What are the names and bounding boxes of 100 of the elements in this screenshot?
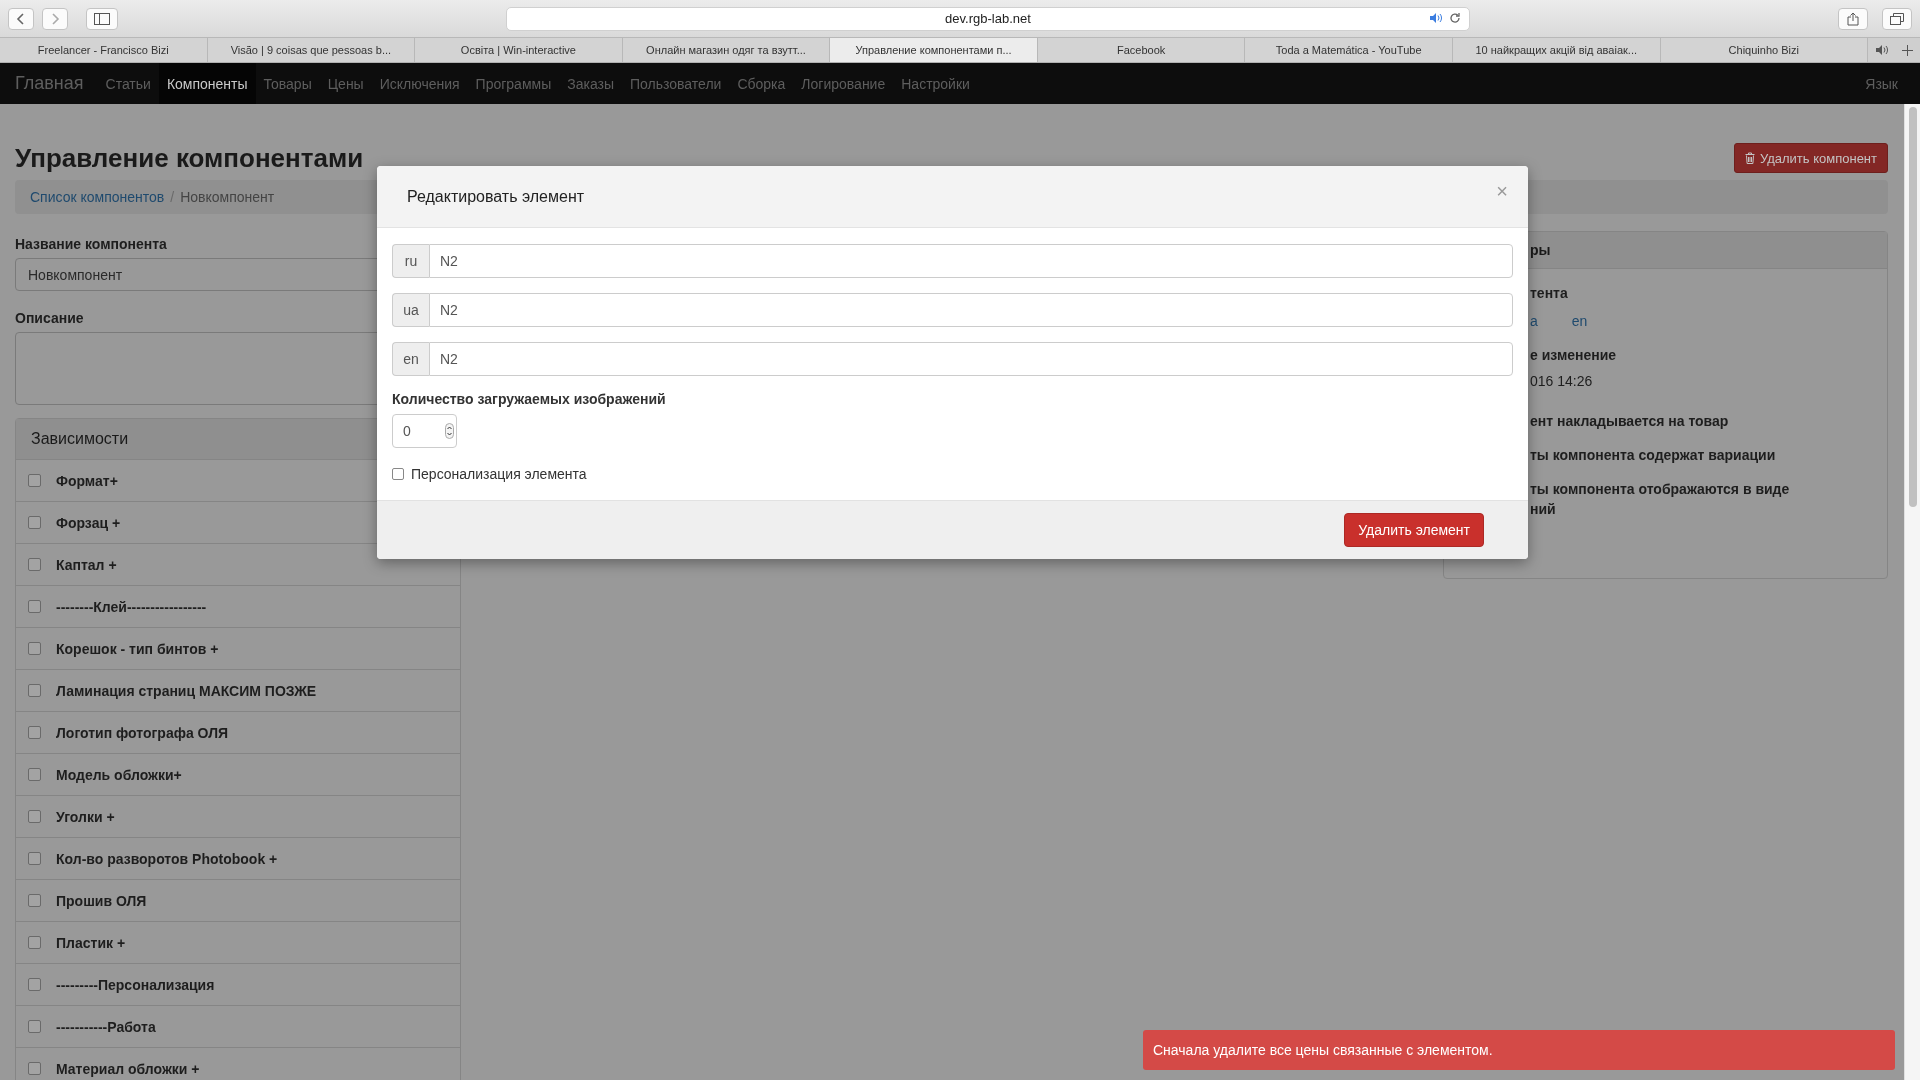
field-label: тента — [1530, 284, 1569, 303]
plus-icon[interactable] — [1902, 44, 1914, 56]
speaker-icon[interactable] — [1429, 11, 1443, 24]
chevron-left-icon — [16, 12, 26, 25]
checkbox[interactable] — [28, 684, 41, 697]
field-label: ты компонента отображаются в виде ний — [1530, 480, 1791, 519]
checkbox-label: Модель обложки+ — [56, 766, 182, 783]
checkbox-label: Формат+ — [56, 472, 118, 489]
brand-link[interactable]: Главная — [0, 63, 98, 104]
checkbox-label: Каптал + — [56, 556, 117, 573]
nav-link[interactable]: Пользователи — [622, 63, 730, 104]
speaker-icon[interactable] — [1874, 44, 1889, 56]
nav-link[interactable]: Исключения — [371, 63, 468, 104]
checkbox[interactable] — [28, 600, 41, 613]
sidebar-button[interactable] — [86, 7, 118, 30]
checkbox[interactable] — [28, 852, 41, 865]
nav-link[interactable]: Логирование — [793, 63, 894, 104]
checkbox-label: Форзац + — [56, 514, 121, 531]
share-button[interactable] — [1838, 7, 1868, 30]
checkbox-label: Ламинация страниц МАКСИМ ПОЗЖЕ — [56, 682, 317, 699]
browser-tab[interactable]: Управление компонентами п... — [830, 38, 1038, 62]
language-addon: en — [392, 342, 429, 376]
field-label: Название компонента — [15, 236, 167, 252]
forward-button[interactable] — [42, 7, 68, 30]
checkbox-label: Уголки + — [56, 808, 115, 825]
nav-link[interactable]: Статьи — [97, 63, 159, 104]
browser-tab[interactable]: Chiquinho Bizi — [1660, 38, 1869, 62]
chevron-right-icon — [50, 12, 60, 25]
reload-icon[interactable] — [1449, 11, 1461, 24]
delete-element-button[interactable]: Удалить элемент — [1344, 513, 1484, 547]
text-field[interactable]: N2 — [429, 342, 1513, 376]
language-menu[interactable]: Язык — [1857, 63, 1920, 104]
browser-tab[interactable]: 10 найкращих акцій від аваіак... — [1452, 38, 1661, 62]
nav-link[interactable]: Настройки — [893, 63, 978, 104]
language-addon: ua — [392, 293, 429, 327]
checkbox-label: Пластик + — [56, 934, 126, 951]
share-icon — [1847, 11, 1859, 26]
spinner-arrows-icon[interactable] — [445, 423, 454, 439]
field-label: Количество загружаемых изображений — [392, 391, 667, 407]
checkbox[interactable] — [28, 978, 41, 991]
checkbox[interactable] — [28, 1020, 41, 1033]
browser-tab[interactable]: Visão | 9 coisas que pessoas b... — [207, 38, 416, 62]
breadcrumb-current: Новкомпонент — [180, 189, 275, 205]
address-bar[interactable]: dev.rgb-lab.net — [506, 6, 1470, 31]
checkbox[interactable] — [392, 468, 404, 480]
nav-link[interactable]: Программы — [467, 63, 560, 104]
checkbox[interactable] — [28, 474, 41, 487]
text-field[interactable]: N2 — [429, 293, 1513, 327]
checkbox[interactable] — [28, 1062, 41, 1075]
checkbox[interactable] — [28, 936, 41, 949]
checkbox-label: Материал обложки + — [56, 1060, 200, 1077]
language-link[interactable]: a — [1530, 313, 1538, 329]
trash-icon — [1744, 152, 1755, 164]
page-title: Управление компонентами — [15, 142, 364, 174]
browser-tab[interactable]: Freelancer - Francisco Bizi — [0, 38, 208, 62]
checkbox[interactable] — [28, 810, 41, 823]
modal-title: Редактировать элемент — [407, 187, 585, 206]
nav-link[interactable]: Заказы — [559, 63, 623, 104]
text-field[interactable]: N2 — [429, 244, 1513, 278]
back-button[interactable] — [8, 7, 34, 30]
checkbox[interactable] — [28, 894, 41, 907]
field-label: е изменение — [1530, 346, 1618, 365]
nav-link[interactable]: Цены — [319, 63, 372, 104]
checkbox-label: Персонализация элемента — [411, 466, 587, 482]
checkbox-label: --------Клей----------------- — [56, 598, 207, 615]
field-label: ты компонента содержат вариации — [1530, 446, 1777, 465]
browser-tab[interactable]: Освіта | Win-interactive — [415, 38, 623, 62]
checkbox-label: -----------Работа — [56, 1018, 156, 1035]
checkbox[interactable] — [28, 726, 41, 739]
checkbox-label: Логотип фотографа ОЛЯ — [56, 724, 229, 741]
language-addon: ru — [392, 244, 429, 278]
browser-tab[interactable]: Toda a Matemática - YouTube — [1245, 38, 1453, 62]
checkbox[interactable] — [28, 642, 41, 655]
tabs-button[interactable] — [1882, 7, 1912, 30]
scrollbar-thumb[interactable] — [1909, 107, 1917, 507]
field-label: ент накладывается на товар — [1530, 412, 1730, 431]
browser-tab[interactable]: Facebook — [1037, 38, 1246, 62]
tabs-icon — [1890, 12, 1904, 25]
checkbox[interactable] — [28, 768, 41, 781]
checkbox[interactable] — [28, 516, 41, 529]
checkbox-label: Корешок - тип бинтов + — [56, 640, 219, 657]
browser-tab[interactable]: Онлайн магазин одяг та взутт... — [622, 38, 831, 62]
nav-link[interactable]: Сборка — [729, 63, 794, 104]
language-link[interactable]: en — [1571, 313, 1588, 329]
field-label: Описание — [15, 310, 84, 326]
panel-title: ры — [1530, 242, 1551, 258]
breadcrumb-link[interactable]: Список компонентов — [30, 189, 165, 205]
sidebar-icon — [94, 12, 110, 25]
field-value: 016 14:26 — [1530, 373, 1594, 389]
number-field[interactable]: 0 — [392, 414, 457, 448]
delete-component-button[interactable]: Удалить компонент — [1733, 143, 1888, 173]
checkbox-label: Прошив ОЛЯ — [56, 892, 147, 909]
panel-title: Зависимости — [31, 430, 129, 448]
breadcrumb-separator: / — [170, 189, 175, 205]
checkbox[interactable] — [28, 558, 41, 571]
checkbox-label: ---------Персонализация — [56, 976, 215, 993]
error-toast: Сначала удалите все цены связанные с элементом. — [1143, 1030, 1895, 1070]
nav-link[interactable]: Компоненты — [158, 63, 256, 104]
checkbox-label: Кол-во разворотов Photobook + — [56, 850, 278, 867]
nav-link[interactable]: Товары — [255, 63, 320, 104]
